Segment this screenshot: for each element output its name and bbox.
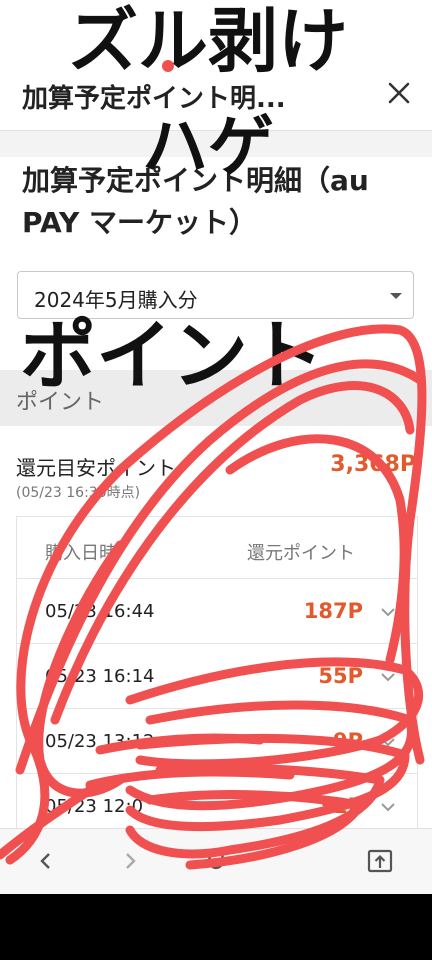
row-date: 05/23 16:14 [45, 666, 155, 687]
summary-points: 3,368P [330, 452, 416, 477]
overlay-text-1: ズル剥け [68, 0, 348, 82]
overlay-text-3: ポイント [20, 311, 324, 400]
share-button[interactable] [362, 843, 398, 879]
overlay-text-2: ハゲ [142, 108, 274, 185]
chevron-right-icon [126, 853, 136, 869]
reload-button[interactable] [198, 843, 234, 879]
close-button[interactable] [380, 74, 418, 112]
chevron-down-icon [381, 673, 395, 682]
row-points: 55P [318, 664, 363, 688]
system-nav-bar [0, 894, 432, 960]
row-date: 05/23 16:44 [45, 601, 155, 622]
row-date: 05/23 12:0 [45, 796, 144, 817]
share-icon [367, 849, 393, 873]
row-date: 05/23 13:12 [45, 731, 155, 752]
row-points: 31P [318, 794, 363, 818]
summary-timestamp: (05/23 16:30時点) [16, 485, 141, 501]
dropdown-arrow-icon [390, 293, 402, 299]
chevron-down-icon [381, 738, 395, 747]
column-header-date: 購入日時 [45, 543, 117, 564]
browser-toolbar [0, 828, 432, 895]
period-select-value: 2024年5月購入分 [34, 288, 198, 312]
chevron-left-icon [40, 853, 50, 869]
summary-label: 還元目安ポイント [16, 456, 176, 480]
table-row[interactable]: 05/23 16:44 187P [17, 578, 417, 644]
table-row[interactable]: 05/23 13:12 9P [17, 708, 417, 774]
forward-button[interactable] [112, 843, 148, 879]
points-table: 購入日時 還元ポイント 05/23 16:44 187P 05/23 16:14… [16, 516, 418, 847]
chevron-down-icon [381, 803, 395, 812]
chevron-down-icon [381, 608, 395, 617]
back-button[interactable] [28, 843, 64, 879]
close-icon [388, 82, 410, 104]
row-points: 187P [303, 599, 363, 623]
reload-icon [207, 851, 225, 870]
table-row[interactable]: 05/23 16:14 55P [17, 643, 417, 709]
column-header-points: 還元ポイント [247, 543, 355, 564]
row-points: 9P [332, 729, 363, 753]
